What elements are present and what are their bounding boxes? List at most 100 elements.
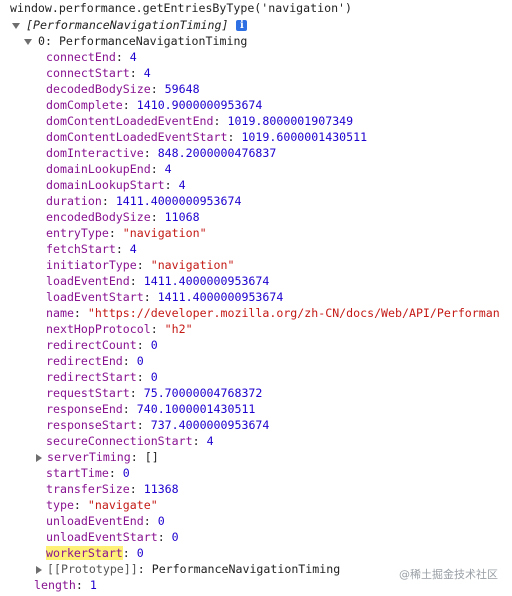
command-text: window.performance.getEntriesByType('nav… xyxy=(10,1,353,15)
property-key: requestStart xyxy=(46,386,130,400)
array-summary: [PerformanceNavigationTiming] xyxy=(26,18,229,32)
property-key: transferSize xyxy=(46,482,130,496)
property-value: 0 xyxy=(171,530,179,544)
property-row: requestStart: 75.70000004768372 xyxy=(46,386,263,400)
property-key: domInteractive xyxy=(46,146,144,160)
property-key: duration xyxy=(46,194,102,208)
length-value: 1 xyxy=(89,578,97,592)
property-key: encodedBodySize xyxy=(46,210,151,224)
property-value: 0 xyxy=(122,466,130,480)
property-row: unloadEventStart: 0 xyxy=(46,530,179,544)
length-key: length xyxy=(34,578,76,592)
property-row: type: "navigate" xyxy=(46,498,158,512)
property-key: entryType xyxy=(46,226,109,240)
property-key: serverTiming xyxy=(47,450,131,464)
property-value: 11368 xyxy=(143,482,179,496)
property-row: domContentLoadedEventStart: 1019.6000001… xyxy=(46,130,368,144)
property-key: type xyxy=(46,498,74,512)
property-row: initiatorType: "navigation" xyxy=(46,258,235,272)
property-value: 4 xyxy=(206,434,214,448)
property-row: encodedBodySize: 11068 xyxy=(46,210,200,224)
length-row: length: 1 xyxy=(34,578,97,592)
property-row: responseStart: 737.4000000953674 xyxy=(46,418,270,432)
property-row[interactable]: serverTiming: [] xyxy=(36,449,159,465)
property-value: "h2" xyxy=(164,322,193,336)
prototype-value: PerformanceNavigationTiming xyxy=(151,562,341,576)
property-key: loadEventStart xyxy=(46,290,144,304)
property-key: unloadEventStart xyxy=(46,530,158,544)
prototype-row[interactable]: [[Prototype]]: PerformanceNavigationTimi… xyxy=(36,561,340,577)
property-key: unloadEventEnd xyxy=(46,514,144,528)
property-key: nextHopProtocol xyxy=(46,322,151,336)
property-row: loadEventStart: 1411.4000000953674 xyxy=(46,290,284,304)
expand-arrow-icon[interactable] xyxy=(24,38,32,45)
property-row: transferSize: 11368 xyxy=(46,482,179,496)
property-value: 0 xyxy=(136,546,144,560)
console-command: window.performance.getEntriesByType('nav… xyxy=(10,0,352,16)
property-row: secureConnectionStart: 4 xyxy=(46,434,214,448)
property-row: responseEnd: 740.1000001430511 xyxy=(46,402,256,416)
property-key: domContentLoadedEventEnd xyxy=(46,114,214,128)
property-value: 4 xyxy=(129,50,137,64)
property-value: 740.1000001430511 xyxy=(136,402,256,416)
array-summary-row[interactable]: [PerformanceNavigationTiming] i xyxy=(12,17,248,33)
property-key: startTime xyxy=(46,466,109,480)
array-item-row[interactable]: 0: PerformanceNavigationTiming xyxy=(24,33,247,49)
property-key: connectStart xyxy=(46,66,130,80)
property-row: redirectStart: 0 xyxy=(46,370,158,384)
property-row: connectStart: 4 xyxy=(46,66,151,80)
property-value: "navigation" xyxy=(150,258,235,272)
property-value: 1411.4000000953674 xyxy=(157,290,284,304)
property-key: redirectEnd xyxy=(46,354,123,368)
property-row: connectEnd: 4 xyxy=(46,50,137,64)
property-key: redirectStart xyxy=(46,370,137,384)
property-value: 0 xyxy=(136,354,144,368)
property-value: 1411.4000000953674 xyxy=(143,274,270,288)
property-key: decodedBodySize xyxy=(46,82,151,96)
expand-arrow-icon[interactable] xyxy=(12,22,20,29)
property-key: secureConnectionStart xyxy=(46,434,193,448)
property-key: responseEnd xyxy=(46,402,123,416)
property-key: domainLookupStart xyxy=(46,178,165,192)
property-value: 11068 xyxy=(164,210,200,224)
property-row: name: "https://developer.mozilla.org/zh-… xyxy=(46,306,500,320)
info-icon[interactable]: i xyxy=(236,20,248,31)
property-value: 848.2000000476837 xyxy=(157,146,277,160)
property-row: startTime: 0 xyxy=(46,466,130,480)
property-value: 1411.4000000953674 xyxy=(115,194,242,208)
property-row: duration: 1411.4000000953674 xyxy=(46,194,242,208)
property-value: 4 xyxy=(129,242,137,256)
property-row: domainLookupStart: 4 xyxy=(46,178,186,192)
property-value: 75.70000004768372 xyxy=(143,386,263,400)
property-value: 1019.8000001907349 xyxy=(227,114,354,128)
property-key: workerStart xyxy=(46,546,123,560)
property-value: "https://developer.mozilla.org/zh-CN/doc… xyxy=(87,306,500,320)
property-value: 1410.9000000953674 xyxy=(136,98,263,112)
property-row: decodedBodySize: 59648 xyxy=(46,82,200,96)
property-row: redirectCount: 0 xyxy=(46,338,158,352)
collapsed-arrow-icon[interactable] xyxy=(36,565,42,574)
property-key: connectEnd xyxy=(46,50,116,64)
property-row: domComplete: 1410.9000000953674 xyxy=(46,98,263,112)
property-value: 4 xyxy=(143,66,151,80)
property-value: [] xyxy=(144,450,159,464)
property-value: 4 xyxy=(178,178,186,192)
property-row: fetchStart: 4 xyxy=(46,242,137,256)
property-value: 4 xyxy=(164,162,172,176)
collapsed-arrow-icon[interactable] xyxy=(36,453,42,462)
property-value: "navigate" xyxy=(87,498,158,512)
watermark: @稀土掘金技术社区 xyxy=(399,568,498,581)
property-key: loadEventEnd xyxy=(46,274,130,288)
property-key: name xyxy=(46,306,74,320)
property-key: initiatorType xyxy=(46,258,137,272)
property-key: domComplete xyxy=(46,98,123,112)
array-item-label: 0: PerformanceNavigationTiming xyxy=(38,34,248,48)
property-value: 737.4000000953674 xyxy=(150,418,270,432)
property-value: 0 xyxy=(157,514,165,528)
property-row: entryType: "navigation" xyxy=(46,226,207,240)
property-row: domContentLoadedEventEnd: 1019.800000190… xyxy=(46,114,354,128)
property-key: fetchStart xyxy=(46,242,116,256)
property-row: domInteractive: 848.2000000476837 xyxy=(46,146,277,160)
property-value: 59648 xyxy=(164,82,200,96)
property-row: workerStart: 0 xyxy=(46,546,144,560)
